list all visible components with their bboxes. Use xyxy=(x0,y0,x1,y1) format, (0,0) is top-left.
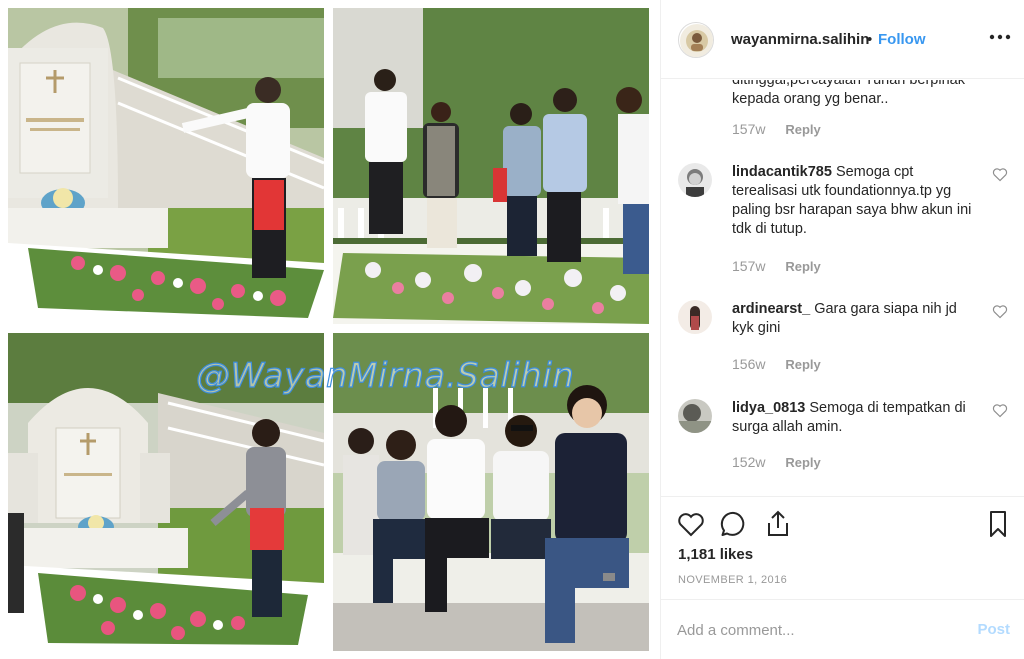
reply-button[interactable]: Reply xyxy=(785,259,820,274)
commenter-username[interactable]: lidya_0813 xyxy=(732,400,805,416)
comment-age: 156w xyxy=(732,356,766,372)
post-actions: 1,181 likes NOVEMBER 1, 2016 Post xyxy=(661,496,1024,659)
post-header: wayanmirna.salihin • Follow xyxy=(661,0,1024,79)
comment-item: lidya_0813 Semoga di tempatkan di surga a… xyxy=(678,399,1008,459)
comment-item: ardinearst_ Gara gara siapa nih jd kyk gi… xyxy=(678,300,1008,360)
watermark-text: @WayanMirna.Salihin xyxy=(195,355,575,396)
comment-body: ardinearst_ Gara gara siapa nih jd kyk gi… xyxy=(732,300,972,338)
comment-age: 152w xyxy=(732,454,766,470)
commenter-avatar[interactable] xyxy=(678,399,712,433)
add-comment-bar: Post xyxy=(661,599,1024,659)
comment-age: 157w xyxy=(732,121,766,137)
follow-button[interactable]: Follow xyxy=(878,31,926,48)
commenter-avatar[interactable] xyxy=(678,300,712,334)
reply-button[interactable]: Reply xyxy=(785,455,820,470)
comment-age: 157w xyxy=(732,258,766,274)
bookmark-icon[interactable] xyxy=(983,509,1013,539)
reply-button[interactable]: Reply xyxy=(785,122,820,137)
share-icon[interactable] xyxy=(763,509,793,539)
comment-meta: 156w Reply xyxy=(732,356,821,372)
comment-icon[interactable] xyxy=(719,509,749,539)
reply-button[interactable]: Reply xyxy=(785,357,820,372)
comment-list[interactable]: ditinggal,percayalah Tuhan berpihak kepa… xyxy=(661,80,1024,496)
photo-family-standing xyxy=(333,8,649,324)
comment-body: lidya_0813 Semoga di tempatkan di surga a… xyxy=(732,399,972,437)
commenter-avatar[interactable] xyxy=(678,163,712,197)
commenter-username[interactable]: ardinearst_ xyxy=(732,301,810,317)
post-button[interactable]: Post xyxy=(977,621,1010,638)
more-horizontal-icon[interactable] xyxy=(989,30,1011,44)
comment-text-partial: ditinggal,percayalah Tuhan berpihak kepa… xyxy=(732,80,965,107)
avatar[interactable] xyxy=(678,22,714,58)
comment-like-heart-icon[interactable] xyxy=(992,167,1008,182)
comment-meta: 157w Reply xyxy=(732,121,821,137)
post-image[interactable]: @WayanMirna.Salihin xyxy=(0,0,660,659)
comment-input[interactable] xyxy=(677,619,947,641)
separator-dot: • xyxy=(867,31,873,48)
commenter-username[interactable]: lindacantik785 xyxy=(732,164,832,180)
photo-grave-man-sprinkling xyxy=(8,8,324,324)
comment-like-heart-icon[interactable] xyxy=(992,403,1008,418)
heart-icon[interactable] xyxy=(676,509,706,539)
like-count[interactable]: 1,181 likes xyxy=(678,546,753,563)
comment-body: lindacantik785 Semoga cpt terealisasi utk… xyxy=(732,163,972,239)
comment-meta: 157w Reply xyxy=(732,258,821,274)
post-date: NOVEMBER 1, 2016 xyxy=(678,574,788,586)
username-link[interactable]: wayanmirna.salihin xyxy=(731,31,869,48)
post-sidebar: wayanmirna.salihin • Follow ditinggal,pe… xyxy=(660,0,1024,659)
comment-item: lindacantik785 Semoga cpt terealisasi utk… xyxy=(678,163,1008,273)
comment-meta: 152w Reply xyxy=(732,454,821,470)
comment-like-heart-icon[interactable] xyxy=(992,304,1008,319)
